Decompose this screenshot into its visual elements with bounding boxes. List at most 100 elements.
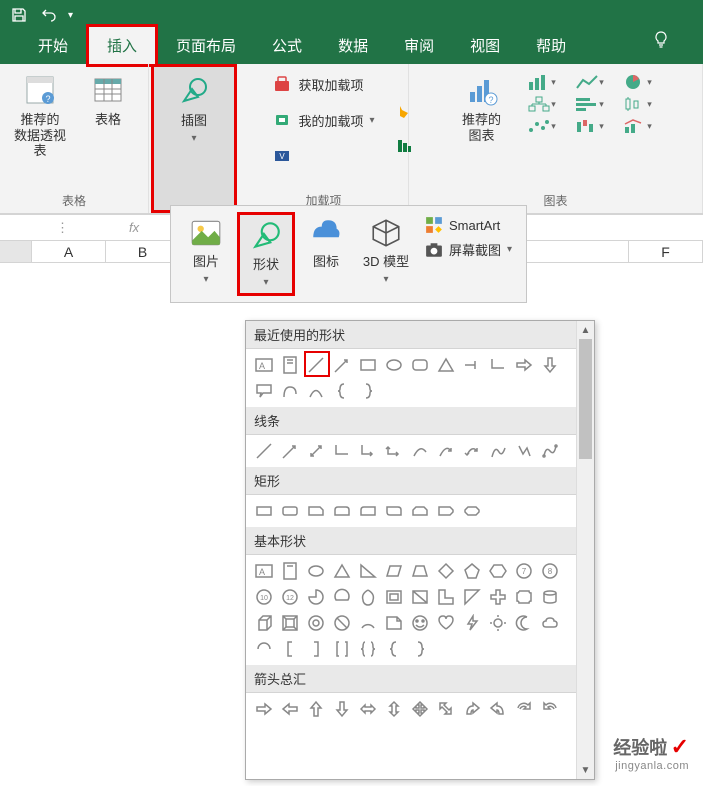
fx-icon[interactable]: fx [129, 220, 139, 235]
ar-6[interactable] [382, 697, 406, 721]
b-rtri[interactable] [356, 559, 380, 583]
b-lbrkt[interactable] [278, 637, 302, 661]
shape-callout[interactable] [252, 379, 276, 403]
col-a[interactable]: A [32, 241, 106, 262]
b-rbrkt[interactable] [304, 637, 328, 661]
pie-chart-icon[interactable]: ▾ [618, 72, 658, 92]
shape-textbox-h[interactable]: A [252, 353, 276, 377]
b-cloud[interactable] [538, 611, 562, 635]
b-dec[interactable]: 10 [252, 585, 276, 609]
get-addins-button[interactable]: 获取加载项 [268, 68, 367, 100]
line-1[interactable] [252, 439, 276, 463]
b-diag[interactable] [460, 585, 484, 609]
line-6[interactable] [382, 439, 406, 463]
scroll-up-icon[interactable]: ▲ [577, 321, 594, 339]
b-pent[interactable] [460, 559, 484, 583]
b-textbox[interactable]: A [252, 559, 276, 583]
b-vtext[interactable] [278, 559, 302, 583]
3d-models-button[interactable]: 3D 模型 ▾ [357, 212, 415, 296]
undo-icon[interactable] [38, 4, 60, 26]
b-bolt[interactable] [460, 611, 484, 635]
column-chart-icon[interactable]: ▾ [522, 72, 562, 92]
shape-triangle[interactable] [434, 353, 458, 377]
ar-2[interactable] [278, 697, 302, 721]
b-arc2[interactable] [252, 637, 276, 661]
rect-2[interactable] [278, 499, 302, 523]
illustrations-button[interactable]: 插图 ▾ [162, 69, 226, 149]
pictures-button[interactable]: 图片 ▾ [177, 212, 235, 296]
rect-7[interactable] [408, 499, 432, 523]
tab-page-layout[interactable]: 页面布局 [158, 27, 254, 64]
col-b[interactable]: B [106, 241, 180, 262]
table-button[interactable]: 表格 [76, 68, 140, 132]
shape-brace-l[interactable] [330, 379, 354, 403]
my-addins-button[interactable]: 我的加载项 ▾ [268, 104, 378, 136]
b-pie[interactable] [304, 585, 328, 609]
b-diamond[interactable] [434, 559, 458, 583]
b-L[interactable] [434, 585, 458, 609]
rect-1[interactable] [252, 499, 276, 523]
line-11[interactable] [512, 439, 536, 463]
col-f[interactable]: F [629, 241, 703, 262]
line-7[interactable] [408, 439, 432, 463]
b-cross[interactable] [486, 585, 510, 609]
bing-maps-icon[interactable] [390, 96, 418, 128]
b-dbrkt[interactable] [330, 637, 354, 661]
line-3[interactable] [304, 439, 328, 463]
scrollbar[interactable]: ▲ ▼ [576, 321, 594, 779]
recommended-charts-button[interactable]: ? 推荐的 图表 [450, 68, 514, 147]
rect-9[interactable] [460, 499, 484, 523]
tell-me-icon[interactable] [639, 23, 683, 64]
b-para[interactable] [382, 559, 406, 583]
b-half[interactable] [408, 585, 432, 609]
shape-freeform[interactable] [278, 379, 302, 403]
statistic-chart-icon[interactable]: ▾ [618, 94, 658, 114]
bar-chart-icon[interactable]: ▾ [570, 94, 610, 114]
icons-button[interactable]: 图标 [297, 212, 355, 296]
ar-5[interactable] [356, 697, 380, 721]
shape-rounded-rect[interactable] [408, 353, 432, 377]
ar-8[interactable] [434, 697, 458, 721]
shape-elbow[interactable] [486, 353, 510, 377]
ar-7[interactable] [408, 697, 432, 721]
b-oct[interactable]: 8 [538, 559, 562, 583]
shapes-button[interactable]: 形状 ▾ [237, 212, 295, 296]
b-frame[interactable] [382, 585, 406, 609]
select-all-corner[interactable] [0, 241, 32, 262]
b-moon[interactable] [512, 611, 536, 635]
shape-line-arrow[interactable] [330, 353, 354, 377]
shape-brace-r[interactable] [356, 379, 380, 403]
scatter-chart-icon[interactable]: ▾ [522, 116, 562, 136]
ar-12[interactable] [538, 697, 562, 721]
recommended-pivot-button[interactable]: ? 推荐的 数据透视表 [8, 68, 72, 163]
b-lbrace[interactable] [382, 637, 406, 661]
shape-oval[interactable] [382, 353, 406, 377]
b-cube[interactable] [252, 611, 276, 635]
tab-formulas[interactable]: 公式 [254, 27, 320, 64]
shape-l-arrow[interactable] [460, 353, 484, 377]
waterfall-chart-icon[interactable]: ▾ [570, 116, 610, 136]
hierarchy-chart-icon[interactable]: ▾ [522, 94, 562, 114]
b-arc[interactable] [356, 611, 380, 635]
shape-textbox-v[interactable] [278, 353, 302, 377]
b-oval[interactable] [304, 559, 328, 583]
ar-4[interactable] [330, 697, 354, 721]
line-10[interactable] [486, 439, 510, 463]
shape-curve[interactable] [304, 379, 328, 403]
b-fold[interactable] [382, 611, 406, 635]
rect-3[interactable] [304, 499, 328, 523]
b-plaque[interactable] [512, 585, 536, 609]
shape-right-arrow[interactable] [512, 353, 536, 377]
b-bevel[interactable] [278, 611, 302, 635]
screenshot-button[interactable]: 屏幕截图 ▾ [423, 238, 514, 261]
visio-icon[interactable]: V [268, 140, 296, 172]
b-hept[interactable]: 7 [512, 559, 536, 583]
save-icon[interactable] [8, 4, 30, 26]
b-sun[interactable] [486, 611, 510, 635]
tab-view[interactable]: 视图 [452, 27, 518, 64]
line-2[interactable] [278, 439, 302, 463]
tab-help[interactable]: 帮助 [518, 27, 584, 64]
b-donut[interactable] [304, 611, 328, 635]
ar-1[interactable] [252, 697, 276, 721]
b-rbrace[interactable] [408, 637, 432, 661]
